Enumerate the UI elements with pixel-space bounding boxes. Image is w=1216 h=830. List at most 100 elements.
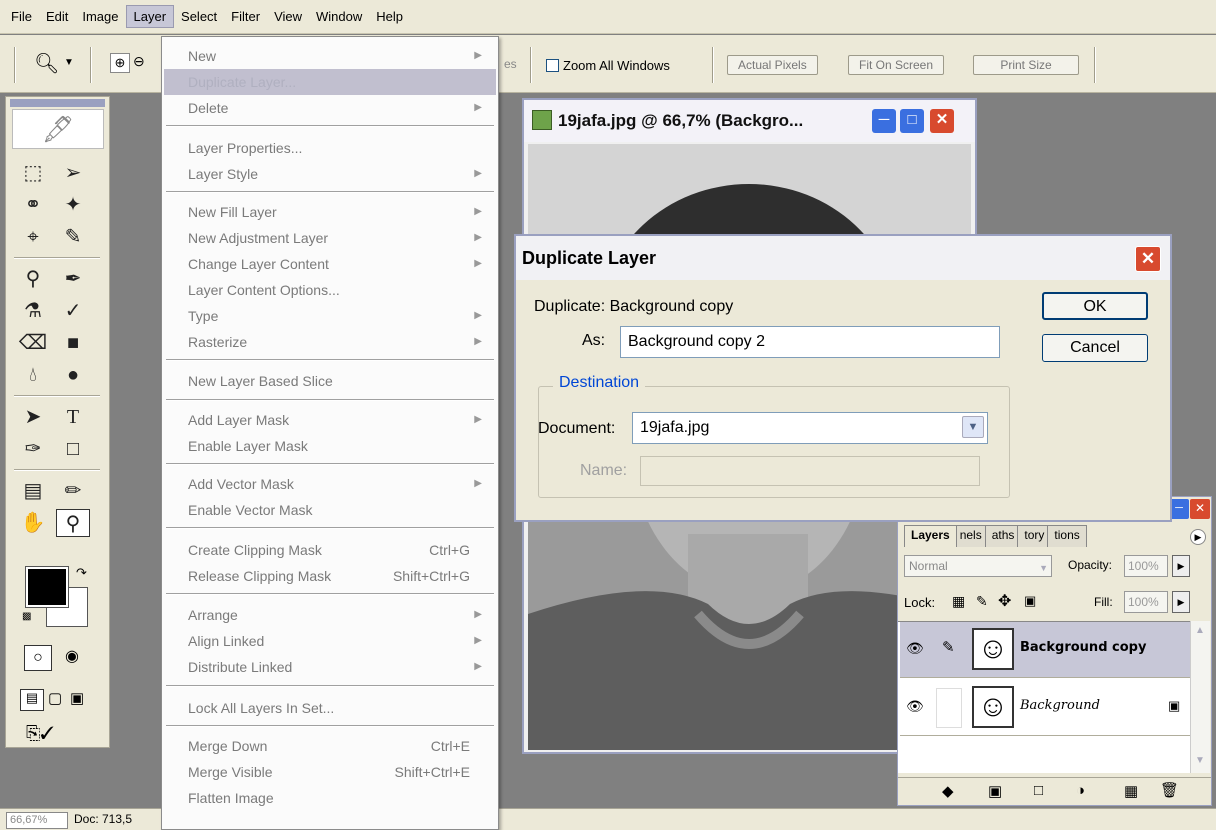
menu-item-align-linked[interactable]: Align Linked ▶ bbox=[164, 628, 496, 654]
quick-mask-mode-icon[interactable]: ◉ bbox=[58, 645, 86, 671]
history-brush-tool-icon[interactable]: ✓ bbox=[56, 297, 90, 325]
menu-item-create-clipping-mask[interactable]: Create Clipping Mask Ctrl+G bbox=[164, 537, 496, 563]
layer-name[interactable]: Background copy bbox=[1020, 640, 1146, 655]
menu-item-add-vector-mask[interactable]: Add Vector Mask ▶ bbox=[164, 471, 496, 497]
fit-on-screen-button[interactable]: Fit On Screen bbox=[848, 55, 945, 75]
crop-tool-icon[interactable]: ⌖ bbox=[16, 223, 50, 251]
layer-name[interactable]: Background bbox=[1020, 698, 1100, 713]
path-selection-tool-icon[interactable]: ➤ bbox=[16, 403, 50, 431]
palette-close-button[interactable]: ✕ bbox=[1190, 499, 1210, 519]
menu-item-release-clipping-mask[interactable]: Release Clipping Mask Shift+Ctrl+G bbox=[164, 563, 496, 589]
palette-menu-icon[interactable]: ▶ bbox=[1190, 529, 1206, 545]
screen-mode-full-menu-icon[interactable]: ▢ bbox=[48, 689, 62, 707]
jump-to-imageready-icon[interactable]: ⎘✓ bbox=[26, 723, 54, 744]
clone-stamp-tool-icon[interactable]: ⚗ bbox=[16, 297, 50, 325]
lasso-tool-icon[interactable]: ⚭ bbox=[16, 191, 50, 219]
layer-row-background[interactable]: 👁︎ ☺ Background ▣ bbox=[900, 680, 1190, 736]
menu-item-layer-content-options[interactable]: Layer Content Options... bbox=[164, 277, 496, 303]
dialog-title-bar[interactable]: Duplicate Layer bbox=[516, 236, 1170, 280]
layer-link-slot[interactable] bbox=[936, 688, 962, 728]
new-layer-icon[interactable]: ▦ bbox=[1124, 782, 1138, 800]
blend-mode-select[interactable]: Normal ▼ bbox=[904, 555, 1052, 577]
eraser-tool-icon[interactable]: ⌫ bbox=[16, 329, 50, 357]
lock-position-icon[interactable]: ✥ bbox=[998, 591, 1011, 611]
shape-tool-icon[interactable]: □ bbox=[56, 435, 90, 463]
zoom-tool-icon[interactable]: ⚲ bbox=[56, 509, 90, 537]
new-adjustment-layer-icon[interactable]: ◑ bbox=[1076, 782, 1085, 799]
tab-paths[interactable]: aths bbox=[984, 525, 1022, 547]
ok-button[interactable]: OK bbox=[1042, 292, 1148, 320]
as-name-input[interactable]: Background copy 2 bbox=[620, 326, 1000, 358]
lock-transparent-icon[interactable]: ▦ bbox=[952, 593, 965, 610]
layers-scrollbar[interactable]: ▲ ▼ bbox=[1190, 621, 1210, 773]
scroll-up-icon[interactable]: ▲ bbox=[1195, 625, 1205, 636]
zoom-all-windows-checkbox[interactable] bbox=[546, 59, 559, 72]
cancel-button[interactable]: Cancel bbox=[1042, 334, 1148, 362]
minimize-button[interactable]: ─ bbox=[872, 109, 896, 133]
feather-logo-icon[interactable]: 🖋︎ bbox=[12, 109, 104, 149]
menu-filter[interactable]: Filter bbox=[224, 6, 267, 27]
default-colors-icon[interactable]: ▩ bbox=[22, 611, 31, 622]
tab-channels[interactable]: nels bbox=[952, 525, 989, 547]
pen-tool-icon[interactable]: ✑ bbox=[16, 435, 50, 463]
tab-layers[interactable]: Layers bbox=[904, 525, 957, 547]
menu-item-delete[interactable]: Delete ▶ bbox=[164, 95, 496, 121]
opacity-slider-button[interactable]: ▶ bbox=[1172, 555, 1190, 577]
zoom-tool-preset-icon[interactable]: 🔍︎ bbox=[34, 51, 59, 76]
palette-minimize-button[interactable]: ─ bbox=[1169, 499, 1189, 519]
fill-slider-button[interactable]: ▶ bbox=[1172, 591, 1190, 613]
screen-mode-standard-icon[interactable]: ▤ bbox=[20, 689, 44, 711]
move-tool-icon[interactable]: ➢ bbox=[56, 159, 90, 187]
add-mask-icon[interactable]: ▣ bbox=[988, 782, 1002, 800]
menu-window[interactable]: Window bbox=[309, 6, 369, 27]
new-set-icon[interactable]: □ bbox=[1034, 782, 1043, 799]
layer-row-background-copy[interactable]: 👁︎ ✎ ☺ Background copy bbox=[900, 622, 1190, 678]
opacity-input[interactable]: 100% bbox=[1124, 555, 1168, 577]
visibility-eye-icon[interactable]: 👁︎ bbox=[906, 698, 924, 715]
menu-item-layer-style[interactable]: Layer Style ▶ bbox=[164, 161, 496, 187]
menu-image[interactable]: Image bbox=[75, 6, 125, 27]
lock-all-icon[interactable]: ▣ bbox=[1024, 593, 1036, 609]
swap-colors-icon[interactable]: ↷ bbox=[76, 565, 87, 581]
scroll-down-icon[interactable]: ▼ bbox=[1195, 755, 1205, 766]
notes-tool-icon[interactable]: ▤ bbox=[16, 477, 50, 505]
menu-item-layer-properties[interactable]: Layer Properties... bbox=[164, 135, 496, 161]
menu-item-duplicate-layer[interactable]: Duplicate Layer... bbox=[164, 69, 496, 95]
magic-wand-tool-icon[interactable]: ✦ bbox=[56, 191, 90, 219]
actual-pixels-button[interactable]: Actual Pixels bbox=[727, 55, 818, 75]
maximize-button[interactable]: □ bbox=[900, 109, 924, 133]
menu-item-new-fill-layer[interactable]: New Fill Layer ▶ bbox=[164, 199, 496, 225]
gradient-tool-icon[interactable]: ■ bbox=[56, 329, 90, 357]
standard-mode-icon[interactable]: ○ bbox=[24, 645, 52, 671]
menu-item-rasterize[interactable]: Rasterize ▶ bbox=[164, 329, 496, 355]
menu-select[interactable]: Select bbox=[174, 6, 224, 27]
tab-history[interactable]: tory bbox=[1017, 525, 1052, 547]
menu-item-enable-layer-mask[interactable]: Enable Layer Mask bbox=[164, 433, 496, 459]
healing-brush-tool-icon[interactable]: ⚲ bbox=[16, 265, 50, 293]
menu-item-new-adjustment-layer[interactable]: New Adjustment Layer ▶ bbox=[164, 225, 496, 251]
document-select[interactable]: 19jafa.jpg bbox=[632, 412, 988, 444]
menu-item-change-layer-content[interactable]: Change Layer Content ▶ bbox=[164, 251, 496, 277]
menu-item-lock-all-layers-in-set[interactable]: Lock All Layers In Set... bbox=[164, 695, 496, 721]
menu-item-merge-down[interactable]: Merge Down Ctrl+E bbox=[164, 733, 496, 759]
menu-help[interactable]: Help bbox=[369, 6, 410, 27]
menu-item-new[interactable]: New ▶ bbox=[164, 43, 496, 69]
dialog-close-button[interactable]: ✕ bbox=[1135, 246, 1161, 272]
menu-view[interactable]: View bbox=[267, 6, 309, 27]
delete-layer-icon[interactable]: 🗑︎ bbox=[1160, 781, 1179, 799]
menu-item-flatten-image[interactable]: Flatten Image bbox=[164, 785, 496, 811]
lock-image-icon[interactable]: ✎ bbox=[976, 593, 988, 610]
status-zoom-field[interactable]: 66,67% bbox=[6, 812, 68, 829]
destination-name-input[interactable] bbox=[640, 456, 980, 486]
hand-tool-icon[interactable]: ✋ bbox=[16, 509, 50, 537]
fill-input[interactable]: 100% bbox=[1124, 591, 1168, 613]
menu-item-distribute-linked[interactable]: Distribute Linked ▶ bbox=[164, 654, 496, 680]
close-button[interactable]: ✕ bbox=[930, 109, 954, 133]
slice-tool-icon[interactable]: ✎ bbox=[56, 223, 90, 251]
blur-tool-icon[interactable]: 💧︎ bbox=[16, 361, 50, 389]
menu-item-new-layer-based-slice[interactable]: New Layer Based Slice bbox=[164, 368, 496, 394]
marquee-tool-icon[interactable]: ⬚ bbox=[16, 159, 50, 187]
print-size-button[interactable]: Print Size bbox=[973, 55, 1079, 75]
preset-dropdown-icon[interactable]: ▼ bbox=[64, 57, 74, 68]
menu-layer[interactable]: Layer bbox=[125, 5, 175, 28]
